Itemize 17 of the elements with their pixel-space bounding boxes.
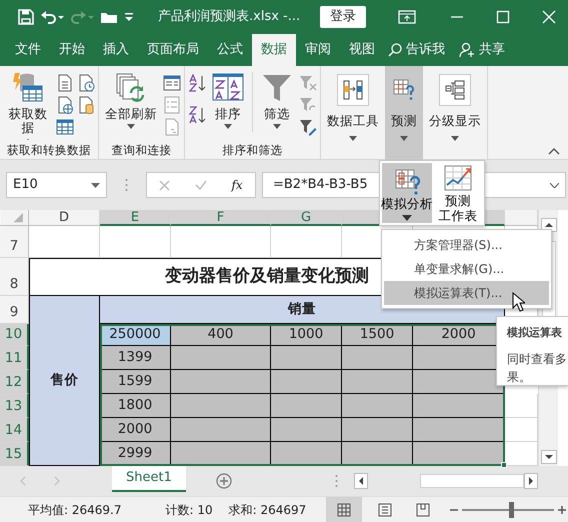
table-cell: 400 [171,324,271,346]
group-label: 查询和连接 [110,142,172,159]
group-label: 获取和转换数据 [6,142,92,159]
window-title: 产品利润预测表.xlsx -... [158,8,300,26]
group-label: 排序和筛选 [222,142,284,159]
table-cell: 1800 [100,394,171,418]
status-average: 平均值: 26469.7 [28,502,122,518]
status-sum: 求和: 264697 [228,502,306,518]
tooltip-text: 同时查看多 果。 [507,350,567,385]
table-cell: 1000 [271,324,342,346]
status-count: 计数: 10 [165,502,213,518]
table-cell: 1599 [100,370,171,394]
table-cell: 2000 [100,418,171,442]
table-cell: 1500 [342,324,413,346]
tooltip-title: 模拟运算表 [507,325,562,341]
table-cell: 1399 [100,346,171,370]
table-cell: 售价 [29,296,100,466]
